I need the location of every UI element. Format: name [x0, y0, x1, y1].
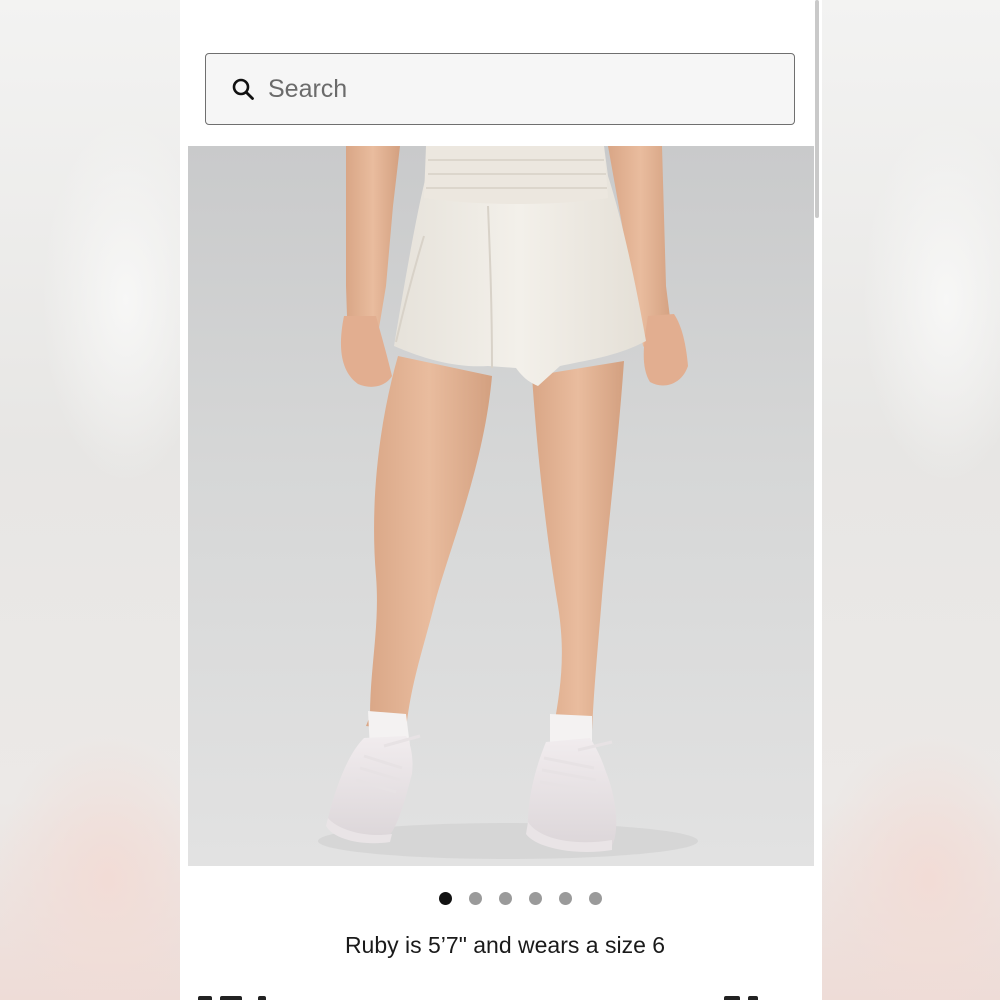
blurred-backdrop-left [0, 0, 180, 1000]
cut-off-content [198, 990, 804, 1000]
carousel-dot-2[interactable] [468, 892, 482, 905]
carousel-dot-5[interactable] [558, 892, 572, 905]
model-size-caption: Ruby is 5’7" and wears a size 6 [344, 932, 666, 958]
search-input[interactable] [268, 74, 748, 104]
carousel-dot-4[interactable] [528, 892, 542, 905]
cut-off-text-left [198, 990, 268, 1000]
carousel-dot-6[interactable] [588, 892, 602, 905]
product-page: Ruby is 5’7" and wears a size 6 [180, 0, 822, 1000]
carousel-dot-3[interactable] [498, 892, 512, 905]
carousel-dots [180, 892, 822, 908]
blurred-backdrop-right [822, 0, 1000, 1000]
carousel-dot-1[interactable] [438, 892, 452, 905]
search-bar[interactable] [205, 53, 795, 125]
cut-off-text-right [724, 990, 764, 1000]
search-icon[interactable] [230, 76, 256, 102]
scrollbar[interactable] [815, 0, 819, 218]
product-image[interactable] [188, 146, 814, 866]
